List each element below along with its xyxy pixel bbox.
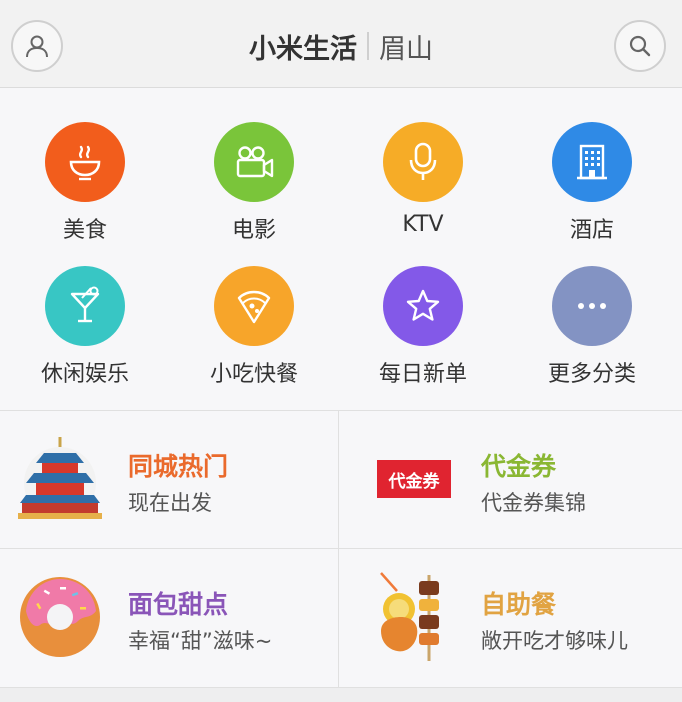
hotel-icon [552, 122, 632, 202]
card-subtitle: 代金券集锦 [481, 491, 586, 515]
category-hotel[interactable]: 酒店 [522, 122, 662, 252]
app-title: 小米生活 [249, 33, 357, 65]
temple-illustration [18, 437, 102, 519]
card-buffet[interactable]: 自助餐 敞开吃才够味儿 [339, 549, 677, 686]
movie-camera-icon [214, 122, 294, 202]
bottom-spacer [0, 688, 682, 702]
card-title: 代金券 [481, 452, 557, 481]
city-selector[interactable]: 眉山 [379, 27, 433, 66]
card-subtitle: 敞开吃才够味儿 [481, 629, 628, 653]
category-daily-deals[interactable]: 每日新单 [353, 266, 493, 396]
title-divider [367, 32, 369, 60]
category-leisure[interactable]: 休闲娱乐 [15, 266, 155, 396]
category-label: 更多分类 [547, 362, 636, 387]
more-icon [552, 266, 632, 346]
category-label: 电影 [231, 218, 276, 243]
search-icon [629, 35, 651, 57]
voucher-tag-text: 代金券 [388, 471, 440, 492]
card-voucher[interactable]: 代金券 代金券 代金券集锦 [339, 411, 677, 548]
category-label: 美食 [62, 218, 107, 243]
card-subtitle: 现在出发 [128, 491, 212, 515]
search-button[interactable] [614, 20, 666, 72]
card-title: 自助餐 [481, 590, 557, 619]
card-subtitle: 幸福“甜”滋味~ [128, 629, 273, 653]
star-icon [383, 266, 463, 346]
top-bar: 小米生活 眉山 [0, 0, 682, 88]
cocktail-icon [45, 266, 125, 346]
card-title: 面包甜点 [128, 590, 229, 619]
card-title: 同城热门 [128, 452, 229, 481]
category-ktv[interactable]: KTV [353, 122, 493, 252]
bowl-icon [45, 122, 125, 202]
card-local-hot[interactable]: 同城热门 现在出发 [0, 411, 338, 548]
category-label: 每日新单 [378, 362, 467, 387]
category-grid: 美食 电影 KTV 酒店 休闲娱乐 小吃快餐 每日新单 更多分类 [0, 88, 682, 410]
title-bar: 小米生活 眉山 [0, 26, 682, 66]
category-label: 小吃快餐 [209, 362, 298, 387]
donut-illustration [20, 577, 100, 657]
card-desserts[interactable]: 面包甜点 幸福“甜”滋味~ [0, 549, 338, 686]
category-food[interactable]: 美食 [15, 122, 155, 252]
category-movie[interactable]: 电影 [184, 122, 324, 252]
buffet-illustration [380, 572, 439, 661]
category-label: 酒店 [569, 218, 614, 243]
pizza-icon [214, 266, 294, 346]
microphone-icon [383, 122, 463, 202]
category-label: 休闲娱乐 [40, 362, 129, 387]
feature-cards: 同城热门 现在出发 代金券 代金券 代金券集锦 面包甜点 幸福“甜”滋味~ 自助… [0, 410, 682, 688]
category-label: KTV [402, 212, 444, 237]
category-snacks[interactable]: 小吃快餐 [184, 266, 324, 396]
category-more[interactable]: 更多分类 [522, 266, 662, 396]
voucher-tag: 代金券 [377, 460, 451, 498]
